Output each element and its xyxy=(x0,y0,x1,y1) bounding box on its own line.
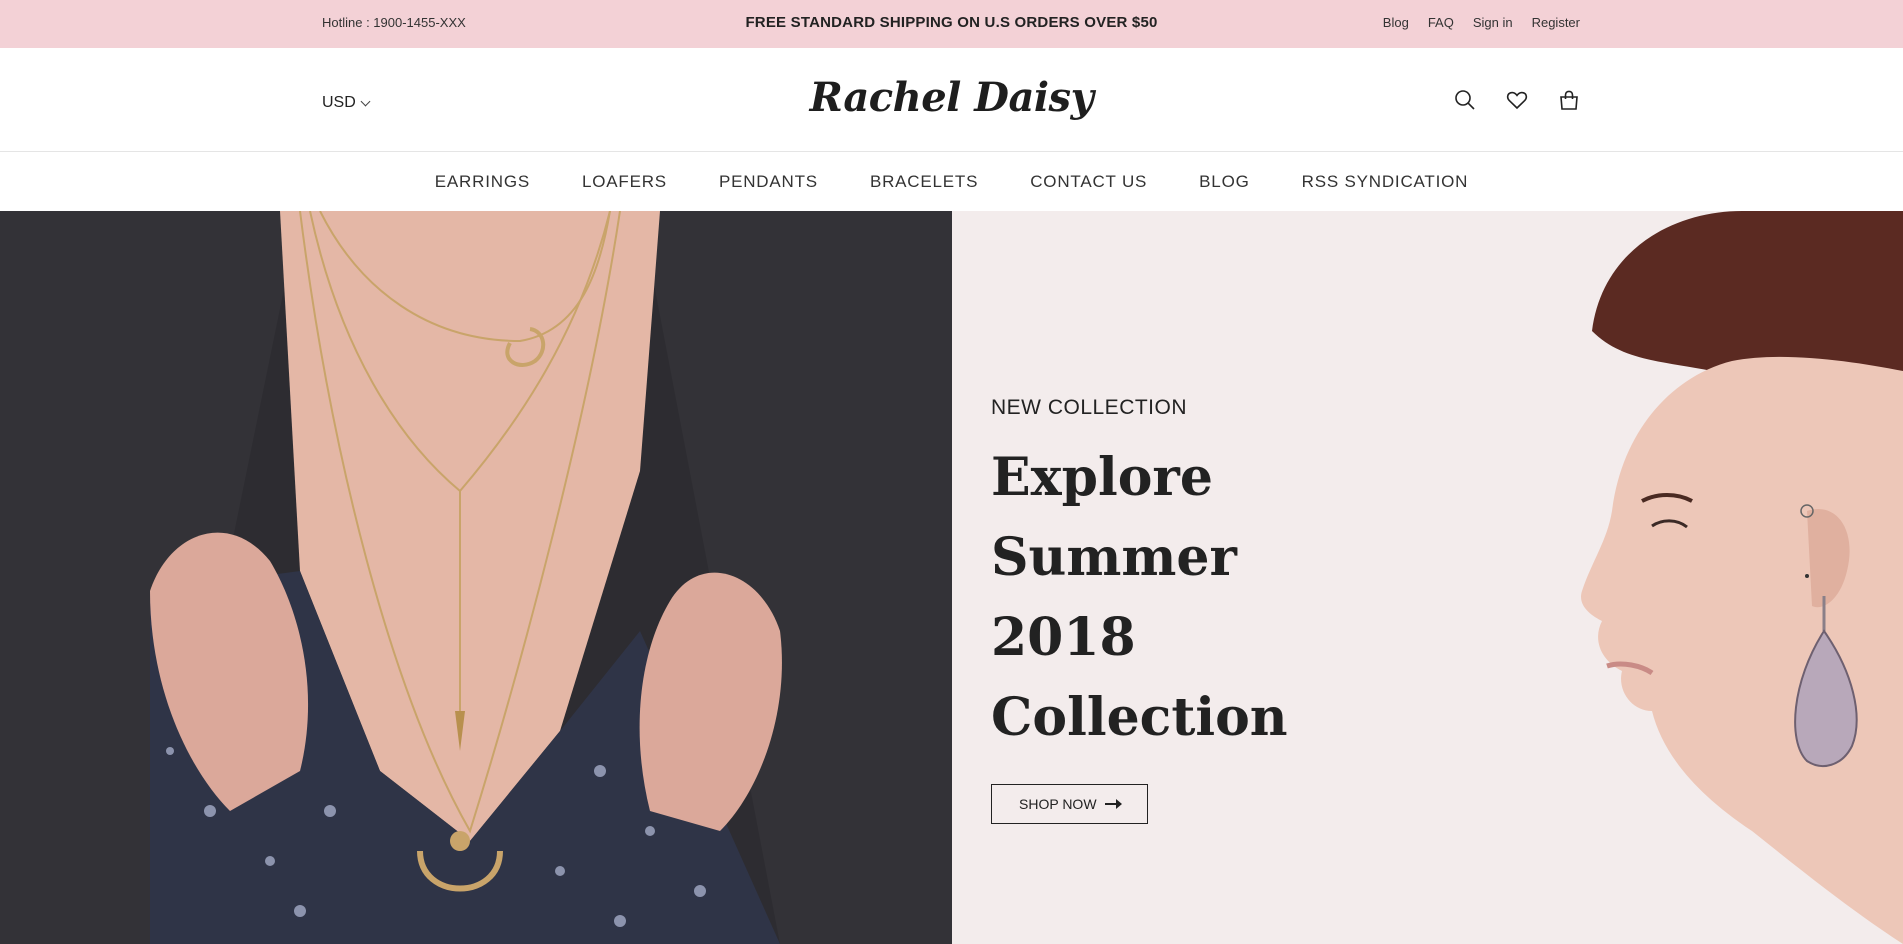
main-nav: EARRINGS LOAFERS PENDANTS BRACELETS CONT… xyxy=(0,153,1903,211)
top-promo-bar: Hotline : 1900-1455-XXX FREE STANDARD SH… xyxy=(0,0,1903,48)
shipping-promo: FREE STANDARD SHIPPING ON U.S ORDERS OVE… xyxy=(745,14,1158,31)
heart-icon[interactable] xyxy=(1505,88,1529,112)
hero-text-block: NEW COLLECTION Explore Summer 2018 Colle… xyxy=(991,396,1351,824)
top-links: Blog FAQ Sign in Register xyxy=(1364,15,1580,30)
blog-link[interactable]: Blog xyxy=(1383,15,1409,30)
sign-in-link[interactable]: Sign in xyxy=(1473,15,1513,30)
hero-headline-line-3: Collection xyxy=(991,687,1288,748)
site-logo[interactable]: Rachel Daisy xyxy=(0,74,1903,121)
nav-item-loafers[interactable]: LOAFERS xyxy=(582,172,667,192)
faq-link[interactable]: FAQ xyxy=(1428,15,1454,30)
nav-item-contact-us[interactable]: CONTACT US xyxy=(1030,172,1147,192)
nav-item-rss-syndication[interactable]: RSS SYNDICATION xyxy=(1302,172,1469,192)
necklace-model-illustration xyxy=(0,211,952,944)
hero-banner: NEW COLLECTION Explore Summer 2018 Colle… xyxy=(0,211,1903,944)
nav-item-bracelets[interactable]: BRACELETS xyxy=(870,172,978,192)
shop-now-label: SHOP NOW xyxy=(1019,796,1097,812)
hero-headline-line-2: Summer 2018 xyxy=(991,527,1237,668)
search-icon[interactable] xyxy=(1453,88,1477,112)
hero-headline-line-1: Explore xyxy=(991,447,1213,508)
arrow-right-icon xyxy=(1104,799,1122,809)
site-header: USD Rachel Daisy xyxy=(0,48,1903,152)
hero-image-necklace xyxy=(0,211,952,944)
hero-headline: Explore Summer 2018 Collection xyxy=(991,438,1351,758)
shopping-bag-icon[interactable] xyxy=(1557,88,1581,112)
register-link[interactable]: Register xyxy=(1532,15,1580,30)
header-actions xyxy=(1453,88,1581,112)
nav-item-blog[interactable]: BLOG xyxy=(1199,172,1249,192)
nav-item-pendants[interactable]: PENDANTS xyxy=(719,172,818,192)
nav-item-earrings[interactable]: EARRINGS xyxy=(435,172,530,192)
shop-now-button[interactable]: SHOP NOW xyxy=(991,784,1148,824)
hero-eyebrow: NEW COLLECTION xyxy=(991,396,1188,419)
